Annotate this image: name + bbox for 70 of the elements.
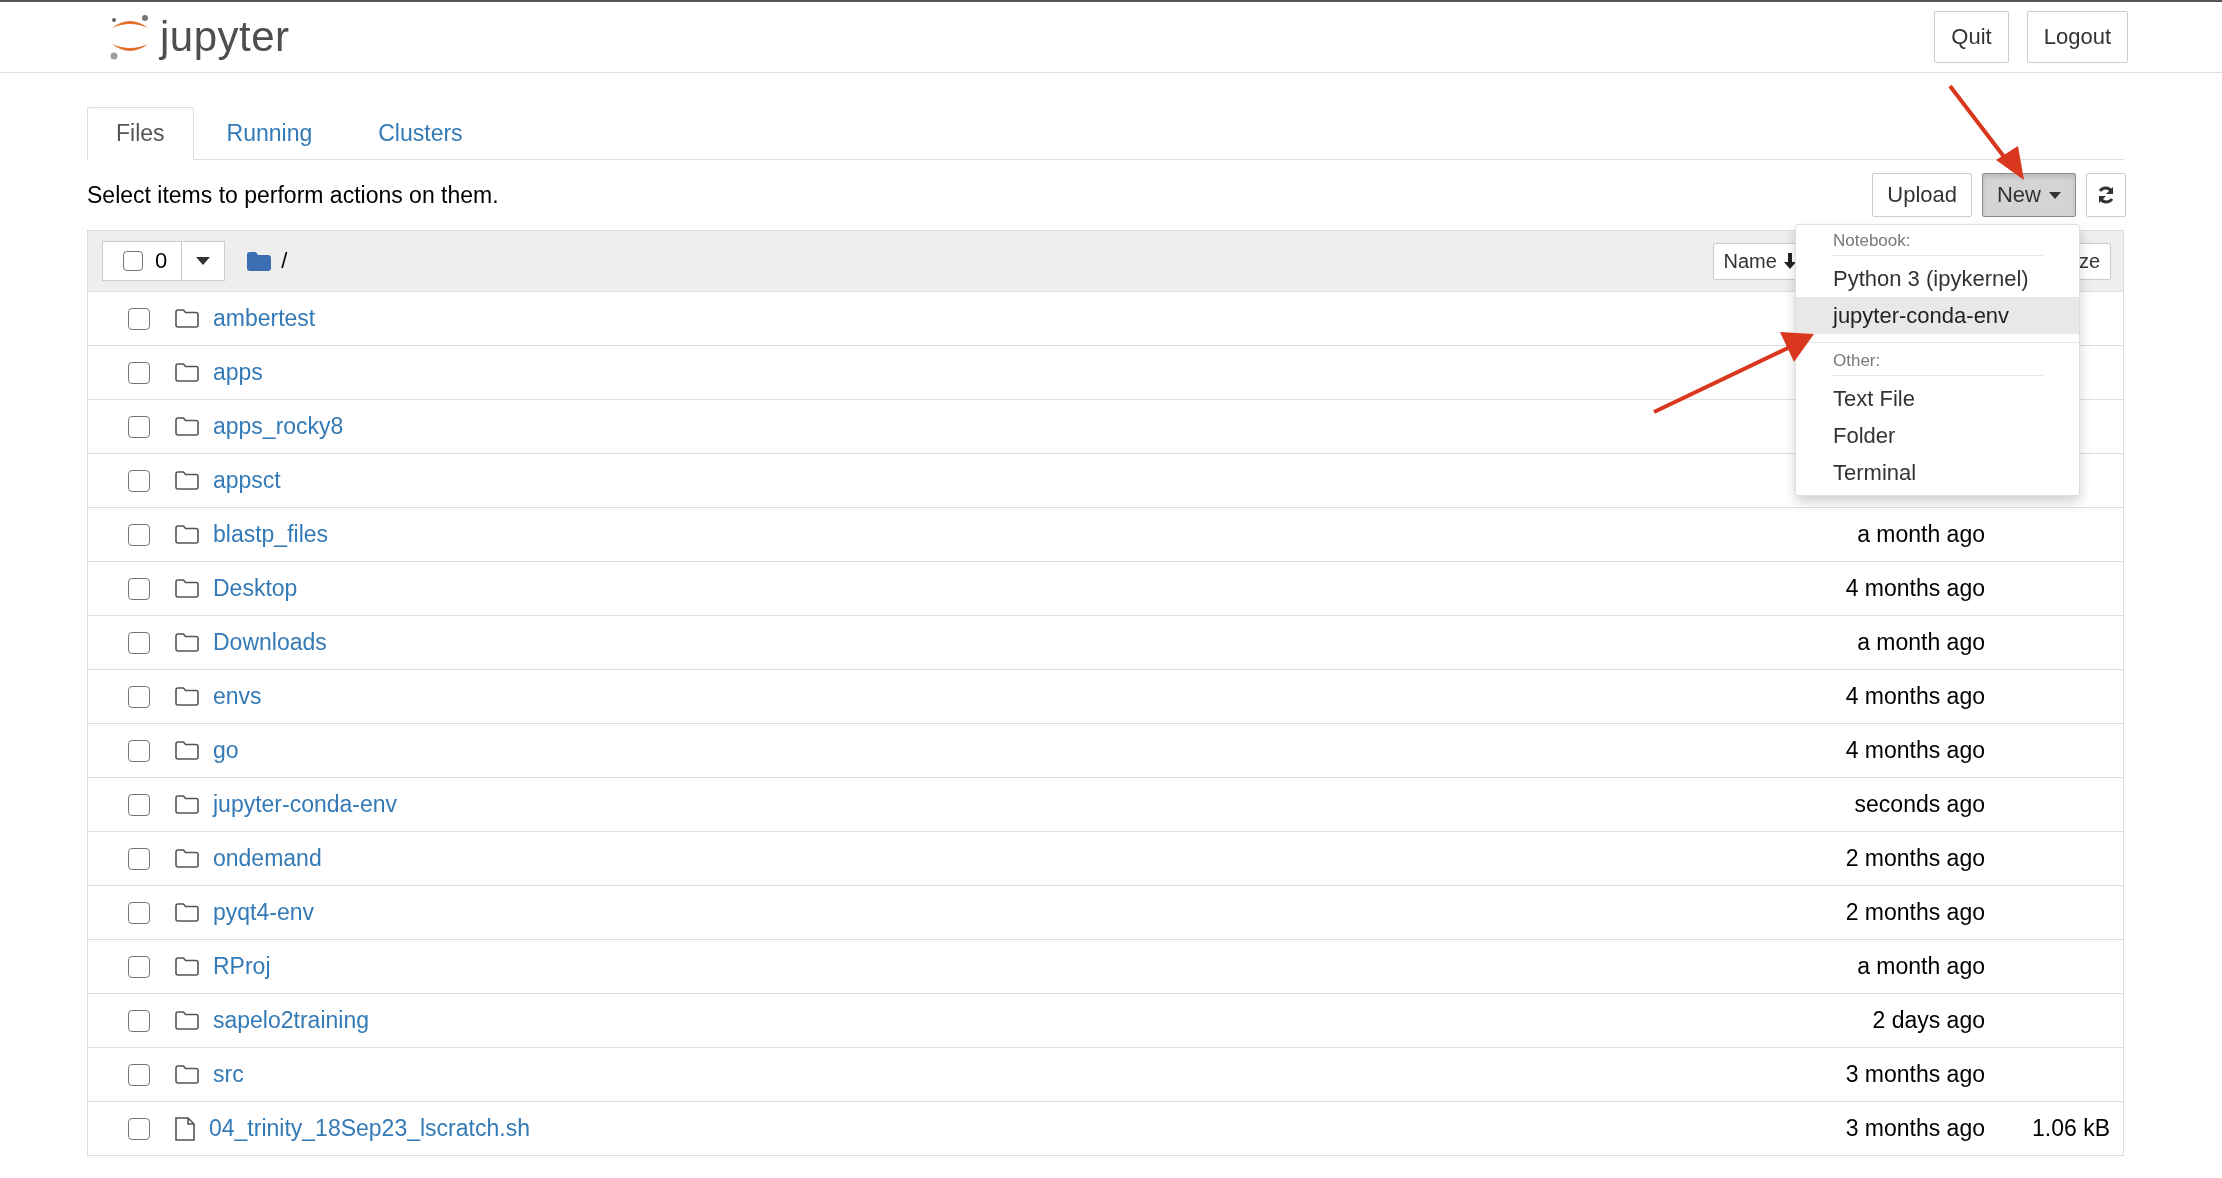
tab[interactable]: Running [193, 107, 346, 160]
item-link[interactable]: Downloads [213, 629, 327, 656]
row-checkbox[interactable] [128, 955, 150, 978]
instruction-text: Select items to perform actions on them. [87, 181, 499, 209]
row-checkbox[interactable] [128, 1063, 150, 1086]
modified-time: 4 months ago [1844, 737, 1985, 764]
row-checkbox[interactable] [128, 1009, 150, 1032]
modified-time: 3 months ago [1844, 1115, 1985, 1142]
menu-section-header: Notebook: [1832, 230, 1912, 252]
menu-item[interactable]: Terminal [1796, 454, 2079, 491]
modified-time: a month ago [1856, 521, 1985, 548]
caret-icon [196, 257, 211, 265]
item-link[interactable]: pyqt4-env [213, 899, 314, 926]
checkbox[interactable] [123, 251, 143, 271]
new-button[interactable]: New [1982, 173, 2076, 217]
item-link[interactable]: 04_trinity_18Sep23_lscratch.sh [209, 1115, 530, 1142]
row-checkbox[interactable] [128, 523, 150, 546]
modified-time: 2 months ago [1844, 845, 1985, 872]
modified-time: a month ago [1856, 629, 1985, 656]
modified-time: 2 months ago [1844, 899, 1985, 926]
row-checkbox[interactable] [128, 631, 150, 654]
menu-item[interactable]: jupyter-conda-env [1796, 297, 2079, 334]
tab[interactable]: Files [87, 107, 194, 160]
row-checkbox[interactable] [128, 415, 150, 438]
refresh-icon [2096, 185, 2116, 205]
item-link[interactable]: go [213, 737, 239, 764]
breadcrumb-path: / [281, 248, 288, 274]
item-link[interactable]: src [213, 1061, 244, 1088]
item-link[interactable]: ondemand [213, 845, 322, 872]
modified-time: a month ago [1856, 953, 1985, 980]
modified-time: seconds ago [1853, 791, 1985, 818]
item-link[interactable]: jupyter-conda-env [213, 791, 398, 818]
row-checkbox[interactable] [128, 1117, 150, 1140]
row-checkbox[interactable] [128, 307, 150, 330]
item-link[interactable]: apps [213, 359, 263, 386]
folder-icon [247, 251, 272, 271]
row-checkbox[interactable] [128, 685, 150, 708]
file-size: 1.06 kB [2032, 1115, 2110, 1141]
row-checkbox[interactable] [128, 739, 150, 762]
item-link[interactable]: Desktop [213, 575, 298, 602]
row-checkbox[interactable] [128, 577, 150, 600]
menu-section-header: Other: [1832, 350, 1882, 372]
row-checkbox[interactable] [128, 361, 150, 384]
caret-icon [2049, 191, 2061, 199]
item-link[interactable]: RProj [213, 953, 271, 980]
row-checkbox[interactable] [128, 901, 150, 924]
item-link[interactable]: sapelo2training [213, 1007, 369, 1034]
item-link[interactable]: apps_rocky8 [213, 413, 344, 440]
sort-arrow-icon [1782, 253, 1797, 269]
modified-time: 2 days ago [1871, 1007, 1985, 1034]
logo-text: jupyter [160, 13, 290, 61]
selected-count: 0 [155, 248, 168, 274]
modified-time: 3 months ago [1844, 1061, 1985, 1088]
item-link[interactable]: ambertest [213, 305, 316, 332]
modified-time: 4 months ago [1844, 683, 1985, 710]
header-button[interactable]: Quit [1934, 11, 2009, 63]
item-link[interactable]: appsct [213, 467, 281, 494]
tab[interactable]: Clusters [345, 107, 496, 160]
item-link[interactable]: envs [213, 683, 262, 710]
header-button[interactable]: Logout [2026, 11, 2128, 63]
menu-item[interactable]: Text File [1796, 380, 2079, 417]
row-checkbox[interactable] [128, 469, 150, 492]
row-checkbox[interactable] [128, 847, 150, 870]
item-link[interactable]: blastp_files [213, 521, 329, 548]
upload-button[interactable]: Upload [1872, 173, 1972, 217]
row-checkbox[interactable] [128, 793, 150, 816]
refresh-button[interactable] [2086, 173, 2126, 217]
modified-time: 4 months ago [1844, 575, 1985, 602]
menu-item[interactable]: Folder [1796, 417, 2079, 454]
select-all-control[interactable]: 0 [102, 241, 226, 281]
